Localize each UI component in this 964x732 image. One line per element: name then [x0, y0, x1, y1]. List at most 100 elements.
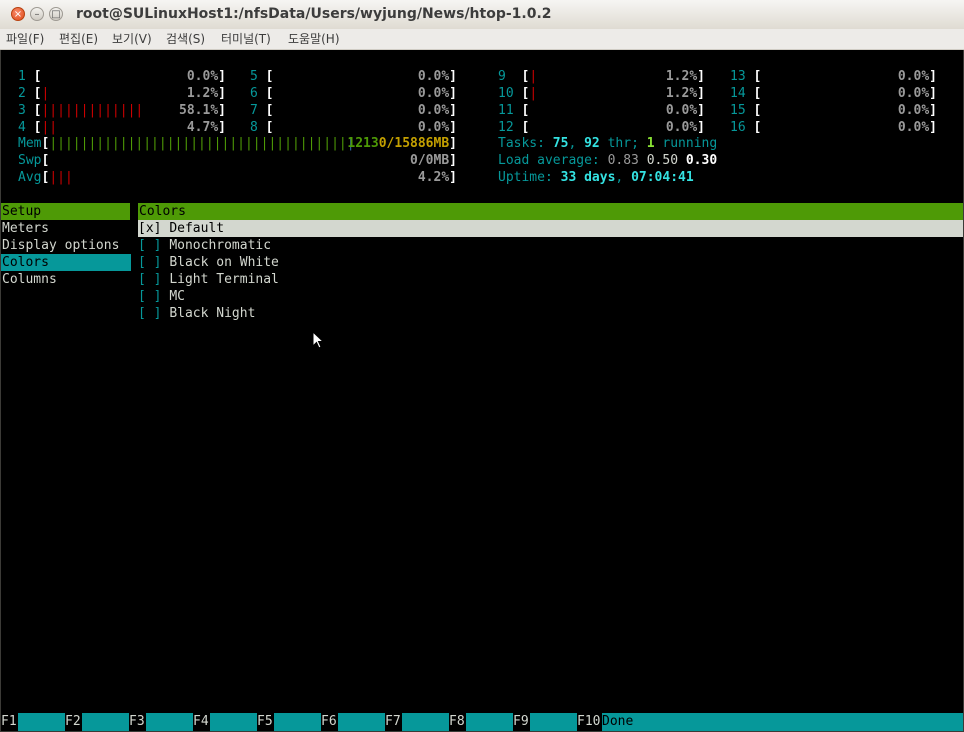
terminal-area[interactable]: 1 [0.0%] 2 [| 1.2%] 3 [||||||||||||| 58.1%] 4… [1, 50, 963, 731]
cpu-value: 0.0% [897, 86, 930, 101]
fkey-label-f10[interactable]: Done [602, 713, 963, 731]
cpu-label: 2 [18, 86, 26, 101]
color-option-checkbox[interactable]: [x] [138, 221, 161, 236]
cpu-meter-12: 12 [0.0%] [498, 120, 705, 135]
color-option-checkbox[interactable]: [ ] [138, 272, 161, 287]
fkey-label-f5[interactable] [274, 713, 321, 731]
fkey-label-f7[interactable] [402, 713, 449, 731]
avg-value: 4.2% [417, 170, 450, 185]
menu-view[interactable]: 보기(V) [112, 29, 152, 49]
color-option-checkbox[interactable]: [ ] [138, 238, 161, 253]
cpu-meter-15: 15 [0.0%] [730, 103, 937, 118]
fkey-f2[interactable]: F2 [65, 713, 81, 731]
color-option-mc[interactable]: [ ] MC [138, 288, 963, 305]
cpu-value: 1.2% [665, 69, 698, 84]
setup-header-label: Setup [2, 204, 42, 219]
cpu-value: 1.2% [665, 86, 698, 101]
running-label: running [662, 136, 718, 151]
color-option-light-terminal[interactable]: [ ] Light Terminal [138, 271, 963, 288]
cpu-value: 58.1% [179, 103, 219, 118]
mem-unit: MB [433, 136, 450, 151]
color-option-label: Monochromatic [169, 238, 272, 253]
fkey-label-f9[interactable] [530, 713, 577, 731]
uptime-days: 33 [560, 170, 577, 185]
cpu-label: 9 [498, 69, 506, 84]
cpu-label: 10 [498, 86, 514, 101]
cpu-value: 0.0% [665, 103, 698, 118]
maximize-button[interactable]: □ [49, 7, 63, 21]
cpu-meter-1: 1 [0.0%] [18, 69, 226, 84]
fkey-f1[interactable]: F1 [1, 713, 17, 731]
mem-bar-used: |||||||||||||||||||||||||||||||||||||| [49, 136, 347, 151]
tasks-count: 75 [552, 136, 569, 151]
colors-panel-header: Colors [138, 203, 963, 220]
cpu-label: 4 [18, 120, 26, 135]
cpu-meter-7: 7 [0.0%] [250, 103, 457, 118]
avg-label: Avg [18, 170, 42, 185]
menu-help[interactable]: 도움말(H) [288, 29, 340, 49]
cpu-bar: ||||||||||||| [41, 103, 144, 118]
cpu-meter-11: 11 [0.0%] [498, 103, 705, 118]
close-button[interactable]: × [11, 7, 25, 21]
color-option-label: Black Night [169, 306, 256, 321]
cpu-value: 1.2% [186, 86, 219, 101]
fkey-f6[interactable]: F6 [321, 713, 337, 731]
swap-meter: Swp[ 0/0MB] [18, 153, 457, 168]
fkey-f8[interactable]: F8 [449, 713, 465, 731]
avg-bar: ||| [49, 170, 73, 185]
title-bar[interactable]: × – □ root@SULinuxHost1:/nfsData/Users/w… [0, 0, 964, 30]
fkey-f4[interactable]: F4 [193, 713, 209, 731]
cpu-label: 1 [18, 69, 26, 84]
color-option-label: Light Terminal [169, 272, 279, 287]
fkey-f5[interactable]: F5 [257, 713, 273, 731]
color-option-checkbox[interactable]: [ ] [138, 306, 161, 321]
cpu-label: 6 [250, 86, 258, 101]
color-option-black-on-white[interactable]: [ ] Black on White [138, 254, 963, 271]
cpu-bar: || [41, 120, 58, 135]
swap-unit: MB [433, 153, 450, 168]
threads-label: thr; [607, 136, 639, 151]
color-option-checkbox[interactable]: [ ] [138, 289, 161, 304]
load-average-meter: Load average: 0.83 0.50 0.30 [498, 152, 717, 169]
maximize-icon: □ [51, 9, 61, 20]
cpu-meter-10: 10 [| 1.2%] [498, 86, 705, 101]
color-option-monochromatic[interactable]: [ ] Monochromatic [138, 237, 963, 254]
menu-file[interactable]: 파일(F) [6, 29, 44, 49]
uptime-days-label: days [584, 170, 616, 185]
color-option-black-night[interactable]: [ ] Black Night [138, 305, 963, 322]
color-option-default[interactable]: [x] Default [138, 220, 963, 237]
running-count: 1 [646, 136, 655, 151]
cpu-meter-14: 14 [0.0%] [730, 86, 937, 101]
cpu-value: 0.0% [417, 86, 450, 101]
menu-terminal[interactable]: 터미널(T) [221, 29, 271, 49]
tasks-label: Tasks: [498, 136, 545, 151]
fkey-label-f3[interactable] [146, 713, 193, 731]
window-title: root@SULinuxHost1:/nfsData/Users/wyjung/… [76, 6, 552, 22]
setup-item-colors[interactable]: Colors [1, 254, 131, 271]
menu-bar: 파일(F) 편집(E) 보기(V) 검색(S) 터미널(T) 도움말(H) [0, 29, 964, 50]
setup-item-meters[interactable]: Meters [1, 220, 131, 237]
fkey-label-f1[interactable] [18, 713, 65, 731]
color-option-checkbox[interactable]: [ ] [138, 255, 161, 270]
menu-edit[interactable]: 편집(E) [59, 29, 98, 49]
menu-search[interactable]: 검색(S) [166, 29, 205, 49]
function-key-bar: F1 F2 F3 F4 F5 F6 F7 F8 F9 F10 Done [1, 713, 963, 731]
fkey-f7[interactable]: F7 [385, 713, 401, 731]
setup-item-display-options[interactable]: Display options [1, 237, 131, 254]
fkey-f9[interactable]: F9 [513, 713, 529, 731]
cpu-value: 0.0% [417, 69, 450, 84]
cpu-meter-13: 13 [0.0%] [730, 69, 937, 84]
fkey-label-f8[interactable] [466, 713, 513, 731]
fkey-f10[interactable]: F10 [577, 713, 600, 731]
fkey-label-f4[interactable] [210, 713, 257, 731]
cpu-label: 11 [498, 103, 514, 118]
fkey-f3[interactable]: F3 [129, 713, 145, 731]
minimize-button[interactable]: – [30, 7, 44, 21]
load-1min: 0.83 [607, 153, 639, 168]
cpu-meter-3: 3 [||||||||||||| 58.1%] [18, 103, 226, 118]
setup-item-columns[interactable]: Columns [1, 271, 131, 288]
close-icon: × [13, 9, 23, 20]
fkey-label-f2[interactable] [82, 713, 129, 731]
fkey-label-f6[interactable] [338, 713, 385, 731]
setup-panel-header: Setup [1, 203, 130, 220]
